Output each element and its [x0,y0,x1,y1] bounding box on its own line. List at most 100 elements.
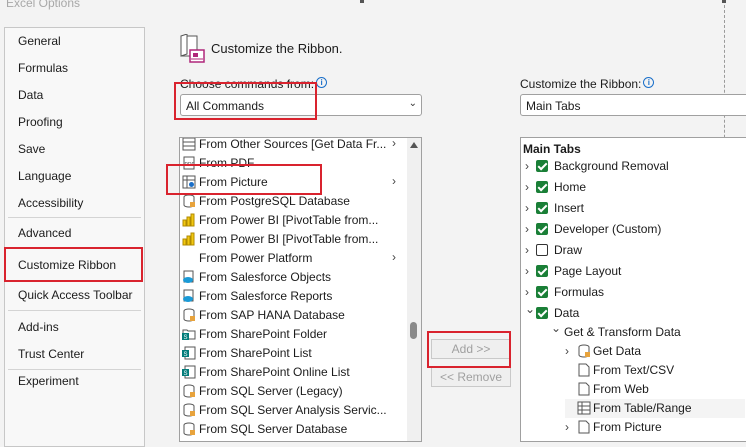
command-item[interactable]: From Salesforce Objects [182,268,407,287]
command-item[interactable]: S From SharePoint Folder [182,325,407,344]
nav-item-save[interactable]: Save [18,142,45,156]
command-item-label: From PostgreSQL Database [199,194,350,208]
command-item-label: From SAP HANA Database [199,308,345,322]
nav-item-proofing[interactable]: Proofing [18,115,63,129]
tab-checkbox[interactable] [536,265,548,277]
database-icon [182,403,196,417]
scroll-up-arrow-icon[interactable] [410,142,418,148]
command-item[interactable]: From SQL Server Analysis Servic... [182,401,407,420]
command-item[interactable]: From SQL Server (Legacy) [182,382,407,401]
nav-divider [8,217,141,218]
chevron-right-icon: › [392,137,396,150]
command-item-label: From SQL Server (Legacy) [199,384,343,398]
nav-item-experiment[interactable]: Experiment [18,374,79,388]
command-item[interactable]: From Salesforce Reports [182,287,407,306]
ribbon-tab-label: Background Removal [554,159,669,173]
options-nav: General Formulas Data Proofing Save Lang… [4,27,145,447]
info-icon[interactable]: i [643,77,655,88]
command-item[interactable]: From Power BI [PivotTable from... [182,211,407,230]
doc-icon [577,382,591,396]
ribbon-tab-label: Home [554,180,587,194]
nav-item-accessibility[interactable]: Accessibility [18,196,83,210]
command-item[interactable]: From Power Platform › [182,249,407,268]
chevron-down-icon: ⌄ [408,98,417,109]
tab-checkbox[interactable] [536,223,548,235]
command-item-label: From Power BI [PivotTable from... [199,232,379,246]
chevron-right-icon[interactable]: › [525,264,535,278]
chevron-right-icon[interactable]: › [525,222,535,236]
ribbon-tab-item[interactable]: › Insert [525,199,745,218]
command-item[interactable]: From SAP HANA Database [182,306,407,325]
nav-item-formulas[interactable]: Formulas [18,61,68,75]
ribbon-tab-item[interactable]: › Background Removal [525,157,745,176]
ribbon-tab-item[interactable]: › Developer (Custom) [525,220,745,239]
chevron-right-icon[interactable]: › [525,159,535,173]
command-item[interactable]: S From SharePoint List [182,344,407,363]
chevron-right-icon[interactable]: › [525,201,535,215]
command-item-label: From SharePoint Online List [199,365,350,379]
customize-ribbon-icon [180,34,205,63]
command-item-label: From Other Sources [Get Data Fr... [199,137,387,151]
ribbon-command-label: Get Data [593,344,642,358]
salesforce-icon [182,270,196,284]
customize-ribbon-dropdown[interactable]: Main Tabs [520,94,746,116]
tab-checkbox[interactable] [536,181,548,193]
ribbon-group-item[interactable]: From Text/CSV [565,361,745,380]
doc-icon [577,420,591,434]
nav-item-trust-center[interactable]: Trust Center [18,347,84,361]
ribbon-group-item[interactable]: › Get Data [565,342,745,361]
command-item-label: From Salesforce Reports [199,289,333,303]
chevron-right-icon[interactable]: › [525,285,535,299]
ribbon-tree[interactable]: Main Tabs › Background Removal › Home › Inser… [520,137,746,442]
page-title: Customize the Ribbon. [211,41,343,56]
data-source-icon [182,138,196,151]
tab-checkbox[interactable] [536,202,548,214]
chevron-right-icon[interactable]: › [525,243,535,257]
ribbon-tab-item[interactable]: › Draw [525,241,745,260]
tab-checkbox[interactable] [536,160,548,172]
nav-item-general[interactable]: General [18,34,61,48]
nav-divider [8,369,141,370]
ribbon-tab-item[interactable]: › Formulas [525,283,745,302]
ribbon-tab-label: Formulas [554,285,605,299]
tab-checkbox[interactable] [536,244,548,256]
command-item[interactable]: From SQL Server Database [182,420,407,439]
nav-item-add-ins[interactable]: Add-ins [18,320,59,334]
command-item[interactable]: From Other Sources [Get Data Fr... › [182,137,407,154]
nav-item-language[interactable]: Language [18,169,71,183]
resize-handle-top-right[interactable] [722,0,726,3]
remove-button[interactable]: << Remove [431,367,511,387]
database-icon [577,344,591,358]
ribbon-group-label: Get & Transform Data [564,325,681,339]
command-item-label: From Power BI [PivotTable from... [199,213,379,227]
nav-item-data[interactable]: Data [18,88,43,102]
commands-scrollbar[interactable] [407,138,421,441]
ribbon-group-item[interactable]: › From Picture [565,418,745,437]
info-icon[interactable]: i [316,77,328,88]
ribbon-tab-item[interactable]: › Home [525,178,745,197]
ribbon-group-item[interactable]: From Table/Range [565,399,745,418]
resize-handle-top[interactable] [360,0,364,3]
chevron-right-icon[interactable]: › [565,344,575,358]
database-icon [182,308,196,322]
ribbon-tab-item[interactable]: › Page Layout [525,262,745,281]
ribbon-tab-label: Developer (Custom) [554,222,662,236]
customize-ribbon-value: Main Tabs [526,99,581,113]
svg-text:S: S [184,335,188,341]
ribbon-group-item[interactable]: From Web [565,380,745,399]
tab-checkbox[interactable] [536,286,548,298]
nav-item-advanced[interactable]: Advanced [18,226,71,240]
tab-checkbox[interactable] [536,307,548,319]
command-item[interactable]: From Power BI [PivotTable from... [182,230,407,249]
chevron-down-icon[interactable]: ⌄ [525,302,535,316]
chevron-right-icon[interactable]: › [565,420,575,434]
nav-item-quick-access-toolbar[interactable]: Quick Access Toolbar [18,288,133,302]
chevron-right-icon[interactable]: › [525,180,535,194]
command-item-label: From Power Platform [199,251,313,265]
command-item[interactable]: S From SharePoint Online List [182,363,407,382]
power-bi-icon [182,213,196,227]
scrollbar-thumb[interactable] [410,322,417,339]
sharepoint-icon: S [182,346,196,360]
chevron-down-icon[interactable]: ⌄ [551,321,561,335]
command-item-label: From SQL Server Analysis Servic... [199,403,387,417]
